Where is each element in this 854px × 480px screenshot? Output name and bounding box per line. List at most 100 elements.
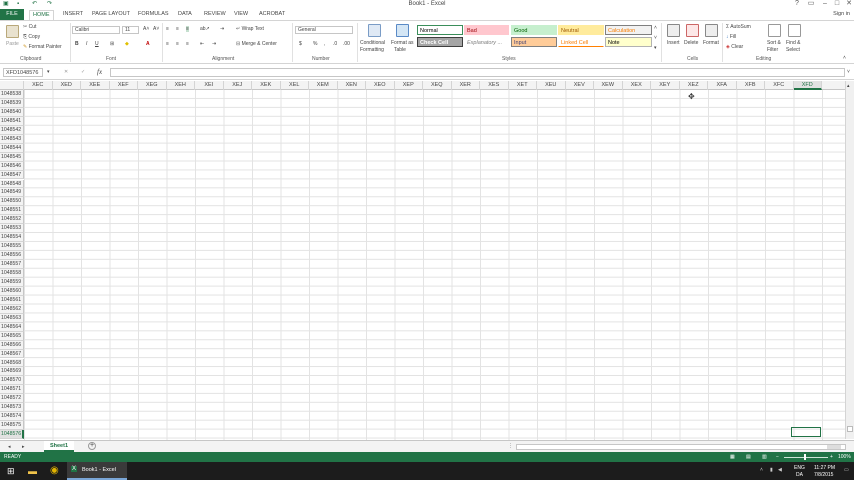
column-header[interactable]: XEL	[281, 81, 309, 90]
row-header[interactable]: 1048552	[0, 215, 24, 225]
row-header[interactable]: 1048571	[0, 385, 24, 395]
style-linked-cell[interactable]: Linked Cell	[558, 37, 604, 47]
column-header[interactable]: XEM	[309, 81, 338, 90]
name-box[interactable]: XFD1048576	[3, 68, 43, 77]
zoom-level[interactable]: 100%	[838, 452, 851, 462]
select-all-corner[interactable]	[0, 81, 24, 90]
page-break-view-icon[interactable]: ▥	[762, 452, 767, 462]
row-header[interactable]: 1048560	[0, 286, 24, 296]
conditional-formatting-icon[interactable]	[368, 24, 381, 37]
column-header[interactable]: XEQ	[423, 81, 452, 90]
styles-scroll-down-icon[interactable]: ˅	[654, 35, 657, 41]
shrink-font-icon[interactable]: A˅	[153, 26, 159, 32]
row-header[interactable]: 1048555	[0, 242, 24, 252]
style-bad[interactable]: Bad	[464, 25, 509, 35]
column-header[interactable]: XFC	[765, 81, 794, 90]
row-header[interactable]: 1048551	[0, 206, 24, 216]
row-header[interactable]: 1048545	[0, 152, 24, 162]
column-header[interactable]: XES	[480, 81, 509, 90]
row-header[interactable]: 1048554	[0, 233, 24, 243]
column-header[interactable]: XEC	[24, 81, 53, 90]
column-header[interactable]: XED	[53, 81, 81, 90]
number-format-select[interactable]: General	[295, 26, 353, 34]
help-icon[interactable]: ?	[790, 0, 804, 8]
fill-button[interactable]: ↓ Fill	[726, 34, 736, 40]
align-left-icon[interactable]: ≡	[166, 41, 169, 47]
row-header[interactable]: 1048574	[0, 412, 24, 422]
active-cell-xfd1048576[interactable]	[791, 427, 821, 437]
format-as-table-button[interactable]: Format as	[391, 40, 414, 46]
ribbon-display-icon[interactable]: ▭	[804, 0, 818, 8]
tab-home[interactable]: HOME	[29, 10, 54, 20]
column-header[interactable]: XEF	[110, 81, 138, 90]
column-header[interactable]: XEZ	[680, 81, 708, 90]
column-header[interactable]: XFD	[793, 81, 822, 90]
align-center-icon[interactable]: ≡	[176, 41, 179, 47]
increase-indent-icon[interactable]: ⇥	[212, 41, 216, 47]
worksheet-grid[interactable]: 1048538 1048539 1048540 1048541 1048542 10485…	[0, 90, 845, 440]
style-check-cell[interactable]: Check Cell	[417, 37, 463, 47]
volume-icon[interactable]: ◀	[778, 467, 782, 473]
clock-date[interactable]: 7/8/2015	[814, 472, 833, 478]
style-explanatory[interactable]: Explanatory ...	[464, 37, 509, 47]
sheet-tab-sheet1[interactable]: Sheet1	[44, 441, 74, 452]
align-top-icon[interactable]: ≡	[166, 26, 169, 32]
zoom-in-icon[interactable]: +	[830, 452, 833, 462]
row-header[interactable]: 1048539	[0, 98, 24, 108]
wrap-text-button[interactable]: ↵ Wrap Text	[236, 26, 264, 32]
tab-insert[interactable]: INSERT	[63, 11, 83, 17]
fill-color-icon[interactable]: ◆	[125, 41, 129, 47]
sort-filter-button[interactable]: Sort &	[767, 40, 781, 46]
format-painter-button[interactable]: ✎ Format Painter	[23, 44, 62, 50]
row-header[interactable]: 1048576	[0, 430, 24, 440]
name-box-dropdown-icon[interactable]: ▾	[47, 69, 50, 75]
style-normal[interactable]: Normal	[417, 25, 463, 35]
sort-filter-icon[interactable]	[768, 24, 781, 37]
column-header[interactable]: XEY	[651, 81, 680, 90]
autosum-button[interactable]: Σ AutoSum	[726, 24, 751, 30]
cancel-icon[interactable]: ✕	[64, 69, 68, 75]
column-header[interactable]: XEG	[138, 81, 167, 90]
row-header[interactable]: 1048573	[0, 403, 24, 413]
paste-button[interactable]: Paste	[6, 41, 19, 47]
notifications-icon[interactable]: ▭	[844, 467, 849, 473]
currency-button[interactable]: $	[299, 41, 302, 47]
row-header[interactable]: 1048549	[0, 188, 24, 198]
close-button[interactable]: ✕	[842, 0, 854, 8]
style-note[interactable]: Note	[605, 37, 652, 47]
clear-button[interactable]: ◈ Clear	[726, 44, 743, 50]
styles-scroll-up-icon[interactable]: ˄	[654, 25, 657, 31]
font-color-icon[interactable]: A	[146, 41, 150, 47]
format-cells-icon[interactable]	[705, 24, 718, 37]
column-header[interactable]: XEV	[566, 81, 594, 90]
row-header[interactable]: 1048572	[0, 394, 24, 404]
decimal-increase-icon[interactable]: .0	[333, 41, 337, 47]
copy-button[interactable]: ⎘ Copy	[23, 34, 40, 40]
tab-review[interactable]: REVIEW	[204, 11, 226, 17]
cell-area[interactable]	[24, 90, 845, 440]
tab-formulas[interactable]: FORMULAS	[138, 11, 169, 17]
column-header[interactable]: XEP	[395, 81, 423, 90]
expand-formula-icon[interactable]: ˅	[847, 69, 850, 75]
zoom-slider-thumb[interactable]	[804, 454, 806, 460]
row-header[interactable]: 1048564	[0, 322, 24, 332]
row-header[interactable]: 1048557	[0, 260, 24, 269]
tab-acrobat[interactable]: ACROBAT	[259, 11, 285, 17]
row-header[interactable]: 1048538	[0, 90, 24, 99]
prev-sheet-icon[interactable]: ◂	[8, 444, 11, 450]
next-sheet-icon[interactable]: ▸	[22, 444, 25, 450]
styles-more-icon[interactable]: ▾	[654, 45, 657, 51]
scroll-up-icon[interactable]: ▴	[847, 83, 850, 89]
row-header[interactable]: 1048561	[0, 295, 24, 305]
column-header[interactable]: XEH	[167, 81, 195, 90]
delete-button[interactable]: Delete	[684, 40, 698, 46]
column-header[interactable]: XER	[452, 81, 480, 90]
underline-button[interactable]: U	[95, 41, 99, 47]
clock-time[interactable]: 11:27 PM	[814, 465, 835, 471]
percent-button[interactable]: %	[313, 41, 317, 47]
row-header[interactable]: 1048568	[0, 358, 24, 368]
formula-input[interactable]	[110, 68, 845, 77]
zoom-out-icon[interactable]: −	[776, 452, 779, 462]
format-button[interactable]: Format	[703, 40, 719, 46]
row-header[interactable]: 1048569	[0, 367, 24, 377]
